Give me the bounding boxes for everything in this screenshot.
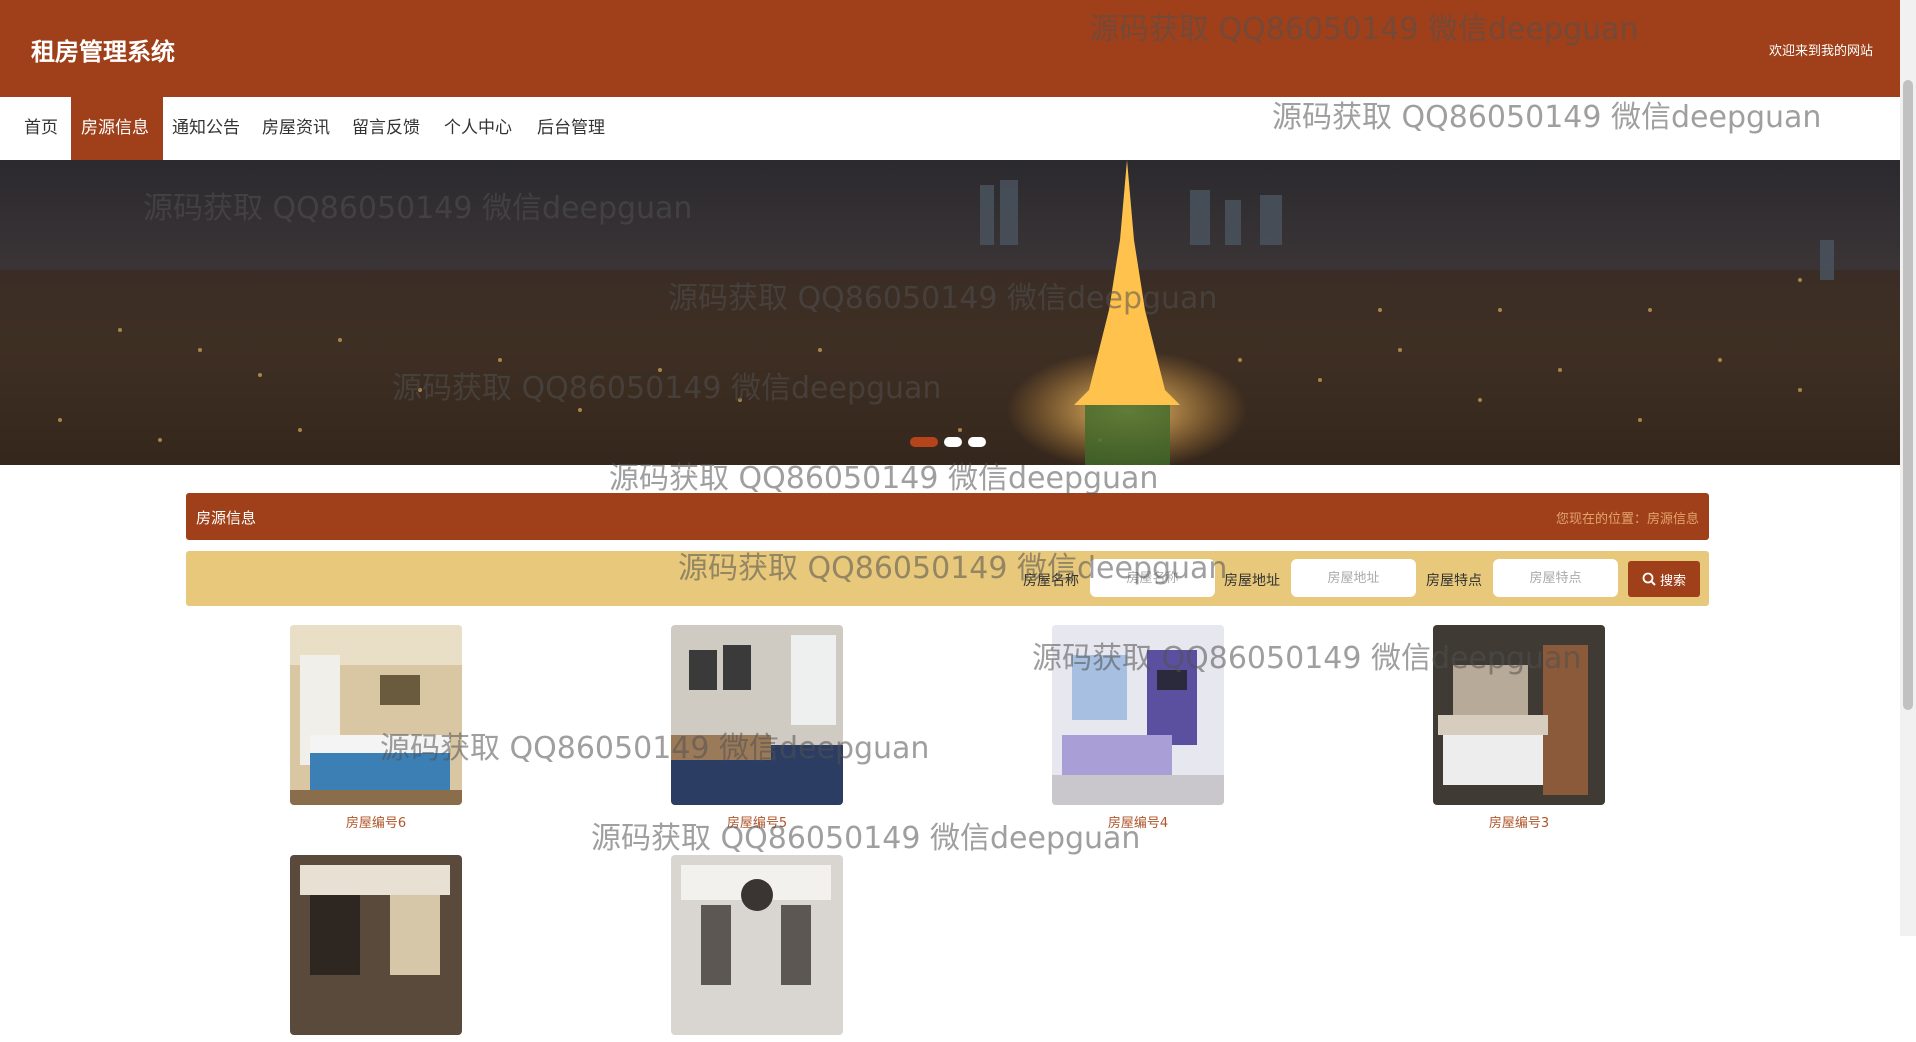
search-button[interactable]: 搜索: [1628, 561, 1700, 597]
nav-item-home[interactable]: 首页: [14, 97, 68, 160]
main-nav: 首页 房源信息 通知公告 房屋资讯 留言反馈 个人中心 后台管理: [0, 97, 1900, 160]
listing-card[interactable]: 房屋编号3: [1433, 625, 1605, 831]
carousel-dot-2[interactable]: [944, 437, 962, 447]
listing-card[interactable]: [290, 855, 462, 1042]
section-title: 房源信息: [196, 509, 257, 527]
listing-caption[interactable]: 房屋编号5: [671, 812, 843, 831]
listing-card[interactable]: [671, 855, 843, 1042]
nav-item-feedback[interactable]: 留言反馈: [342, 97, 430, 160]
welcome-text: 欢迎来到我的网站: [1768, 44, 1873, 59]
listing-caption[interactable]: 房屋编号6: [290, 812, 462, 831]
house-address-label: 房屋地址: [1224, 573, 1280, 589]
listing-photo[interactable]: [671, 855, 843, 1035]
scrollbar-thumb[interactable]: [1903, 80, 1913, 710]
watermark-text: 源码获取 QQ86050149 微信deepguan: [380, 731, 930, 766]
site-title[interactable]: 租房管理系统: [31, 32, 175, 67]
house-name-input[interactable]: [1090, 559, 1215, 597]
breadcrumb: 您现在的位置：房源信息: [1555, 512, 1699, 527]
page-scrollbar[interactable]: [1900, 0, 1916, 936]
house-address-input[interactable]: [1291, 559, 1416, 597]
listing-photo[interactable]: [671, 625, 843, 805]
house-name-label: 房屋名称: [1023, 573, 1079, 589]
nav-item-notices[interactable]: 通知公告: [162, 97, 250, 160]
search-button-label: 搜索: [1659, 573, 1686, 589]
search-bar: 房屋名称 房屋地址 房屋特点 搜索: [186, 551, 1709, 606]
listing-caption[interactable]: 房屋编号3: [1433, 812, 1605, 831]
search-icon: [1642, 572, 1656, 586]
house-feature-input[interactable]: [1493, 559, 1618, 597]
section-header: 房源信息 您现在的位置：房源信息: [186, 493, 1709, 540]
banner-carousel[interactable]: [0, 160, 1900, 465]
listing-photo[interactable]: [1433, 625, 1605, 805]
house-feature-label: 房屋特点: [1426, 573, 1482, 589]
nav-item-admin[interactable]: 后台管理: [527, 97, 615, 160]
listing-photo[interactable]: [290, 625, 462, 805]
banner-image: [0, 160, 1900, 465]
nav-item-listings[interactable]: 房源信息: [71, 97, 163, 160]
nav-item-news[interactable]: 房屋资讯: [252, 97, 340, 160]
listing-caption[interactable]: 房屋编号4: [1052, 812, 1224, 831]
listing-card[interactable]: 房屋编号6: [290, 625, 462, 831]
listing-photo[interactable]: [1052, 625, 1224, 805]
listing-photo[interactable]: [290, 855, 462, 1035]
carousel-dot-1[interactable]: [910, 437, 938, 447]
carousel-dot-3[interactable]: [968, 437, 986, 447]
nav-item-profile[interactable]: 个人中心: [434, 97, 522, 160]
listing-card[interactable]: 房屋编号4: [1052, 625, 1224, 831]
listing-card[interactable]: 房屋编号5: [671, 625, 843, 831]
header-bar: 租房管理系统 欢迎来到我的网站: [0, 0, 1900, 97]
